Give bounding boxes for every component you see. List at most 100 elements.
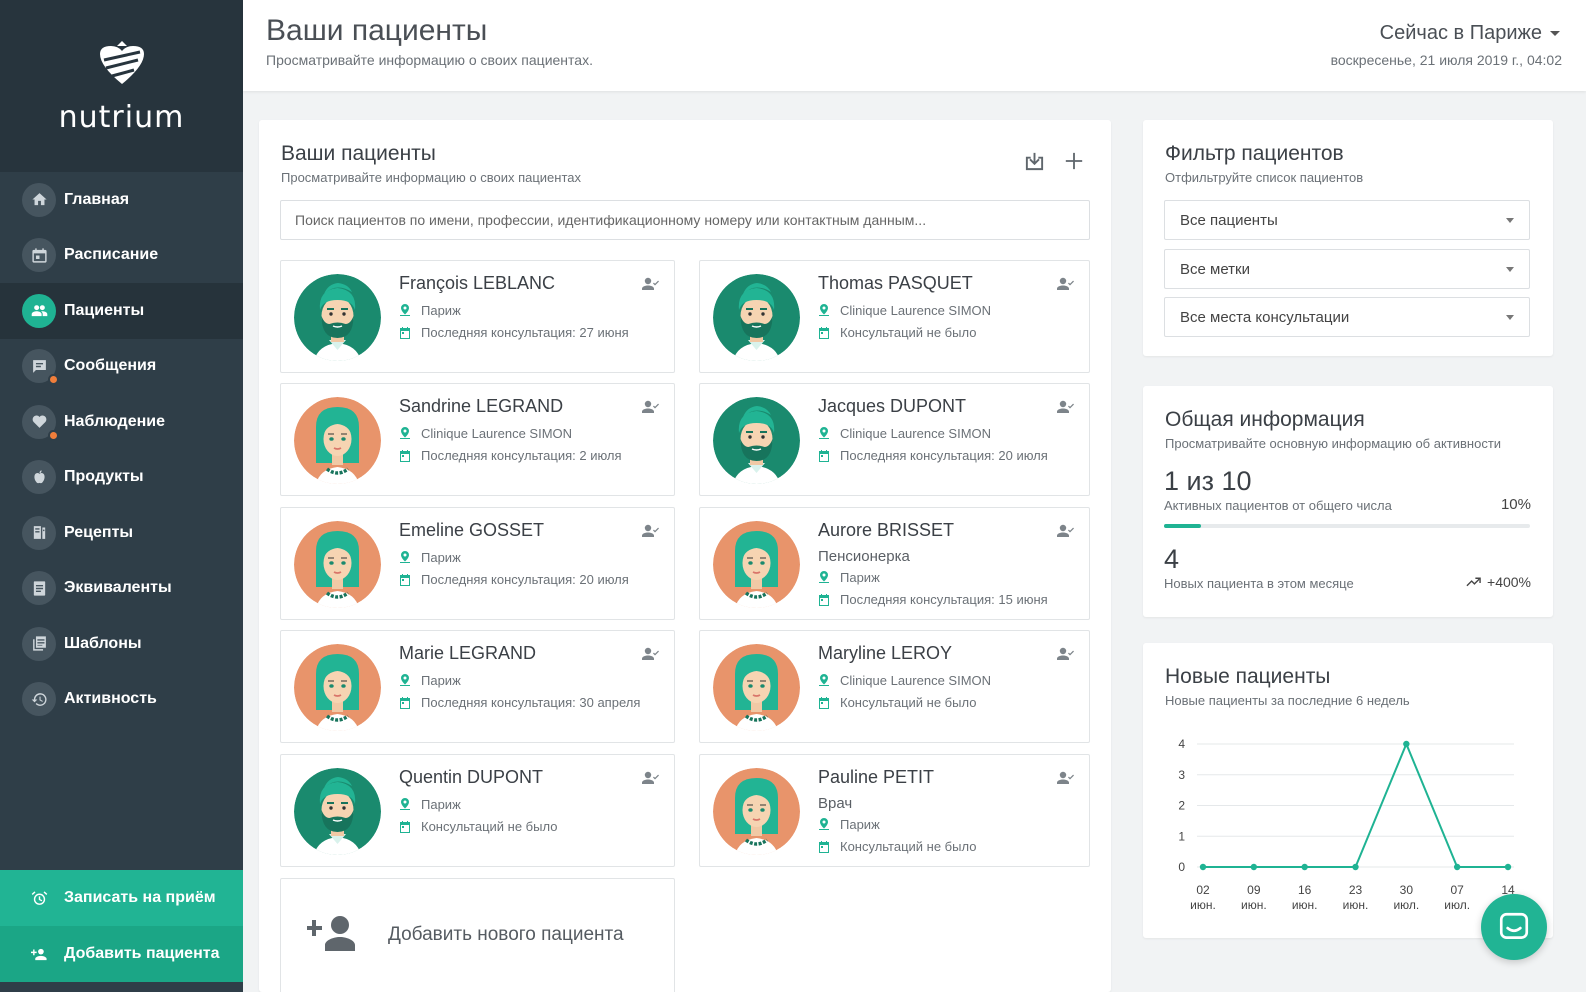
sidebar-item-label: Расписание bbox=[64, 246, 159, 264]
patient-name: Maryline LEROY bbox=[818, 643, 953, 663]
location-pin-icon bbox=[400, 304, 410, 317]
patient-card[interactable]: Thomas PASQUET Clinique Laurence SIMON Ко… bbox=[699, 260, 1090, 373]
follow-user-icon[interactable] bbox=[1057, 647, 1075, 661]
patient-details: Clinique Laurence SIMON Консультаций не б… bbox=[818, 299, 991, 344]
follow-user-icon[interactable] bbox=[642, 524, 660, 538]
patient-name: François LEBLANC bbox=[399, 273, 556, 293]
patient-name: Jacques DUPONT bbox=[818, 396, 967, 416]
patient-last-consultation: Консультаций не было bbox=[818, 692, 991, 715]
import-button[interactable] bbox=[1023, 150, 1045, 172]
sidebar-item-list[interactable]: Эквиваленты bbox=[0, 561, 243, 617]
add-button[interactable] bbox=[1063, 150, 1085, 172]
add-patient-button[interactable]: Добавить пациента bbox=[0, 926, 243, 982]
patient-card[interactable]: Marie LEGRAND Париж Последняя консультаци… bbox=[280, 630, 675, 743]
add-new-patient-card[interactable]: Добавить нового пациента bbox=[280, 878, 675, 992]
patient-card[interactable]: Quentin DUPONT Париж Консультаций не было bbox=[280, 754, 675, 867]
patient-location: Париж bbox=[399, 546, 629, 569]
patient-name: Aurore BRISSET bbox=[818, 520, 955, 540]
patient-last-consultation: Консультаций не было bbox=[818, 836, 976, 859]
data-point bbox=[1250, 863, 1258, 871]
patient-location: Париж bbox=[399, 669, 640, 692]
follow-user-icon[interactable] bbox=[1057, 771, 1075, 785]
patient-card[interactable]: François LEBLANC Париж Последняя консульт… bbox=[280, 260, 675, 373]
patient-last-consultation: Последняя консультация: 20 июля bbox=[399, 569, 629, 592]
patient-card[interactable]: Sandrine LEGRAND Clinique Laurence SIMON… bbox=[280, 383, 675, 496]
patient-last-consultation: Последняя консультация: 15 июня bbox=[818, 589, 1048, 612]
sidebar-item-label: Эквиваленты bbox=[64, 579, 172, 597]
patient-name: Emeline GOSSET bbox=[399, 520, 545, 540]
follow-user-icon[interactable] bbox=[1057, 277, 1075, 291]
female-avatar bbox=[713, 768, 800, 855]
patient-consultation-text: Последняя консультация: 30 апреля bbox=[421, 695, 641, 711]
follow-user-icon[interactable] bbox=[1057, 400, 1075, 414]
follow-user-icon[interactable] bbox=[642, 647, 660, 661]
sidebar-item-recipe[interactable]: Рецепты bbox=[0, 505, 243, 561]
sidebar-item-apple[interactable]: Продукты bbox=[0, 450, 243, 506]
y-tick-label: 1 bbox=[1178, 829, 1185, 843]
patient-profession: Пенсионерка bbox=[818, 547, 910, 565]
calendar-icon bbox=[400, 573, 410, 586]
patient-consultation-text: Последняя консультация: 27 июня bbox=[421, 325, 629, 341]
patient-card[interactable]: Emeline GOSSET Париж Последняя консультац… bbox=[280, 507, 675, 620]
sidebar-item-message[interactable]: Сообщения bbox=[0, 339, 243, 395]
calendar-icon bbox=[819, 593, 829, 606]
patient-consultation-text: Последняя консультация: 20 июля bbox=[421, 572, 629, 588]
sidebar-item-calendar[interactable]: Расписание bbox=[0, 228, 243, 284]
calendar-icon bbox=[400, 326, 410, 339]
location-filter-select[interactable]: Все места консультации bbox=[1164, 297, 1530, 337]
location-pin-icon bbox=[400, 798, 410, 811]
follow-user-icon[interactable] bbox=[642, 771, 660, 785]
tags-filter-select[interactable]: Все метки bbox=[1164, 249, 1530, 289]
patient-last-consultation: Консультаций не было bbox=[399, 816, 557, 839]
patient-search-input[interactable] bbox=[280, 200, 1090, 240]
location-pin-icon bbox=[400, 551, 410, 564]
filter-panel-subtitle: Отфильтруйте список пациентов bbox=[1165, 170, 1364, 185]
patient-card[interactable]: Pauline PETIT Врач Париж Консультаций не б… bbox=[699, 754, 1090, 867]
patient-consultation-text: Консультаций не было bbox=[840, 695, 977, 711]
info-panel-title: Общая информация bbox=[1165, 408, 1365, 431]
x-tick-label: 23 bbox=[1349, 883, 1363, 897]
chat-button[interactable] bbox=[1481, 894, 1547, 960]
sidebar-item-template[interactable]: Шаблоны bbox=[0, 616, 243, 672]
sidebar-item-home[interactable]: Главная bbox=[0, 172, 243, 228]
female-avatar bbox=[294, 521, 381, 608]
patient-card[interactable]: Jacques DUPONT Clinique Laurence SIMON По… bbox=[699, 383, 1090, 496]
data-point bbox=[1199, 863, 1207, 871]
follow-user-icon[interactable] bbox=[642, 277, 660, 291]
sidebar-item-users[interactable]: Пациенты bbox=[0, 283, 243, 339]
patient-card[interactable]: Maryline LEROY Clinique Laurence SIMON Ко… bbox=[699, 630, 1090, 743]
patient-location: Clinique Laurence SIMON bbox=[818, 422, 1048, 445]
sidebar-item-label: Пациенты bbox=[64, 301, 145, 319]
progress-fill bbox=[1164, 524, 1201, 528]
sidebar-item-heart[interactable]: Наблюдение bbox=[0, 394, 243, 450]
sidebar-item-label: Продукты bbox=[64, 468, 144, 486]
new-patients-chart: 0123402июн.09июн.16июн.23июн.30июл.07июл… bbox=[1178, 737, 1515, 912]
filter-panel: Фильтр пациентов Отфильтруйте список пац… bbox=[1143, 120, 1553, 356]
add-patient-label: Добавить пациента bbox=[64, 945, 220, 962]
patient-location-text: Clinique Laurence SIMON bbox=[421, 425, 573, 441]
heart-icon bbox=[22, 404, 59, 441]
sidebar-item-history[interactable]: Активность bbox=[0, 672, 243, 728]
sidebar-nav: Главная Расписание Пациенты Сообщения На… bbox=[0, 172, 243, 727]
patient-card[interactable]: Aurore BRISSET Пенсионерка Париж Последняя… bbox=[699, 507, 1090, 620]
female-avatar bbox=[294, 644, 381, 731]
x-tick-sublabel: июн. bbox=[1292, 898, 1318, 912]
calendar-icon bbox=[22, 238, 56, 273]
add-user-icon bbox=[22, 937, 56, 971]
logo[interactable]: nutrium bbox=[0, 0, 243, 172]
sidebar: nutrium Главная Расписание Пациенты Сооб… bbox=[0, 0, 243, 992]
patient-details: Clinique Laurence SIMON Последняя консуль… bbox=[399, 422, 622, 467]
patient-name: Marie LEGRAND bbox=[399, 643, 537, 663]
follow-user-icon[interactable] bbox=[642, 400, 660, 414]
data-point bbox=[1403, 740, 1410, 748]
patient-profession: Врач bbox=[818, 794, 853, 812]
patient-details: Париж Последняя консультация: 30 апреля bbox=[399, 669, 640, 714]
female-avatar bbox=[713, 644, 800, 731]
patients-filter-select[interactable]: Все пациенты bbox=[1164, 200, 1530, 240]
schedule-appointment-button[interactable]: Записать на приём bbox=[0, 870, 243, 926]
x-tick-label: 30 bbox=[1400, 883, 1414, 897]
timezone-dropdown[interactable]: Сейчас в Париже bbox=[1380, 22, 1560, 45]
patient-location-text: Париж bbox=[840, 569, 880, 585]
brand-name: nutrium bbox=[58, 99, 185, 135]
follow-user-icon[interactable] bbox=[1057, 524, 1075, 538]
